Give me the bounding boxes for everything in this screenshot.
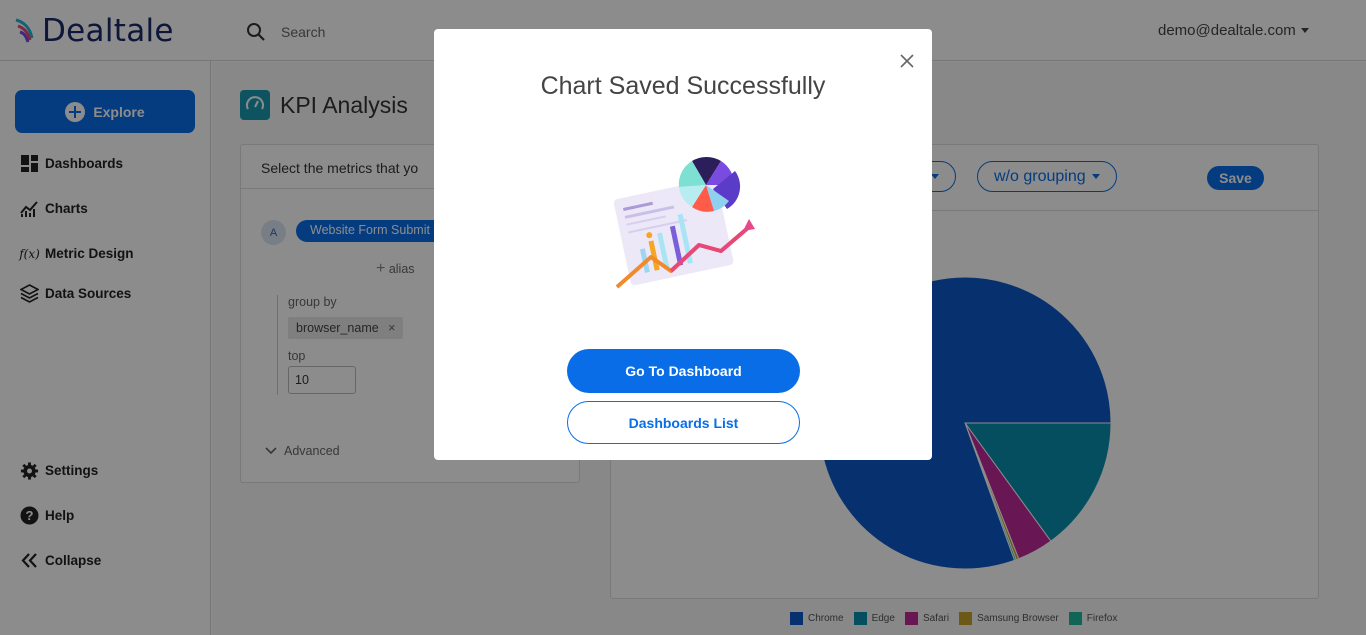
close-icon[interactable] [897,51,917,71]
chart-illustration-icon [613,156,755,289]
modal-title: Chart Saved Successfully [540,72,826,100]
go-to-dashboard-button[interactable]: Go To Dashboard [567,349,800,393]
save-success-modal: Chart Saved Successfully Go To Dashboard… [434,29,932,460]
dashboards-list-button[interactable]: Dashboards List [567,401,800,444]
